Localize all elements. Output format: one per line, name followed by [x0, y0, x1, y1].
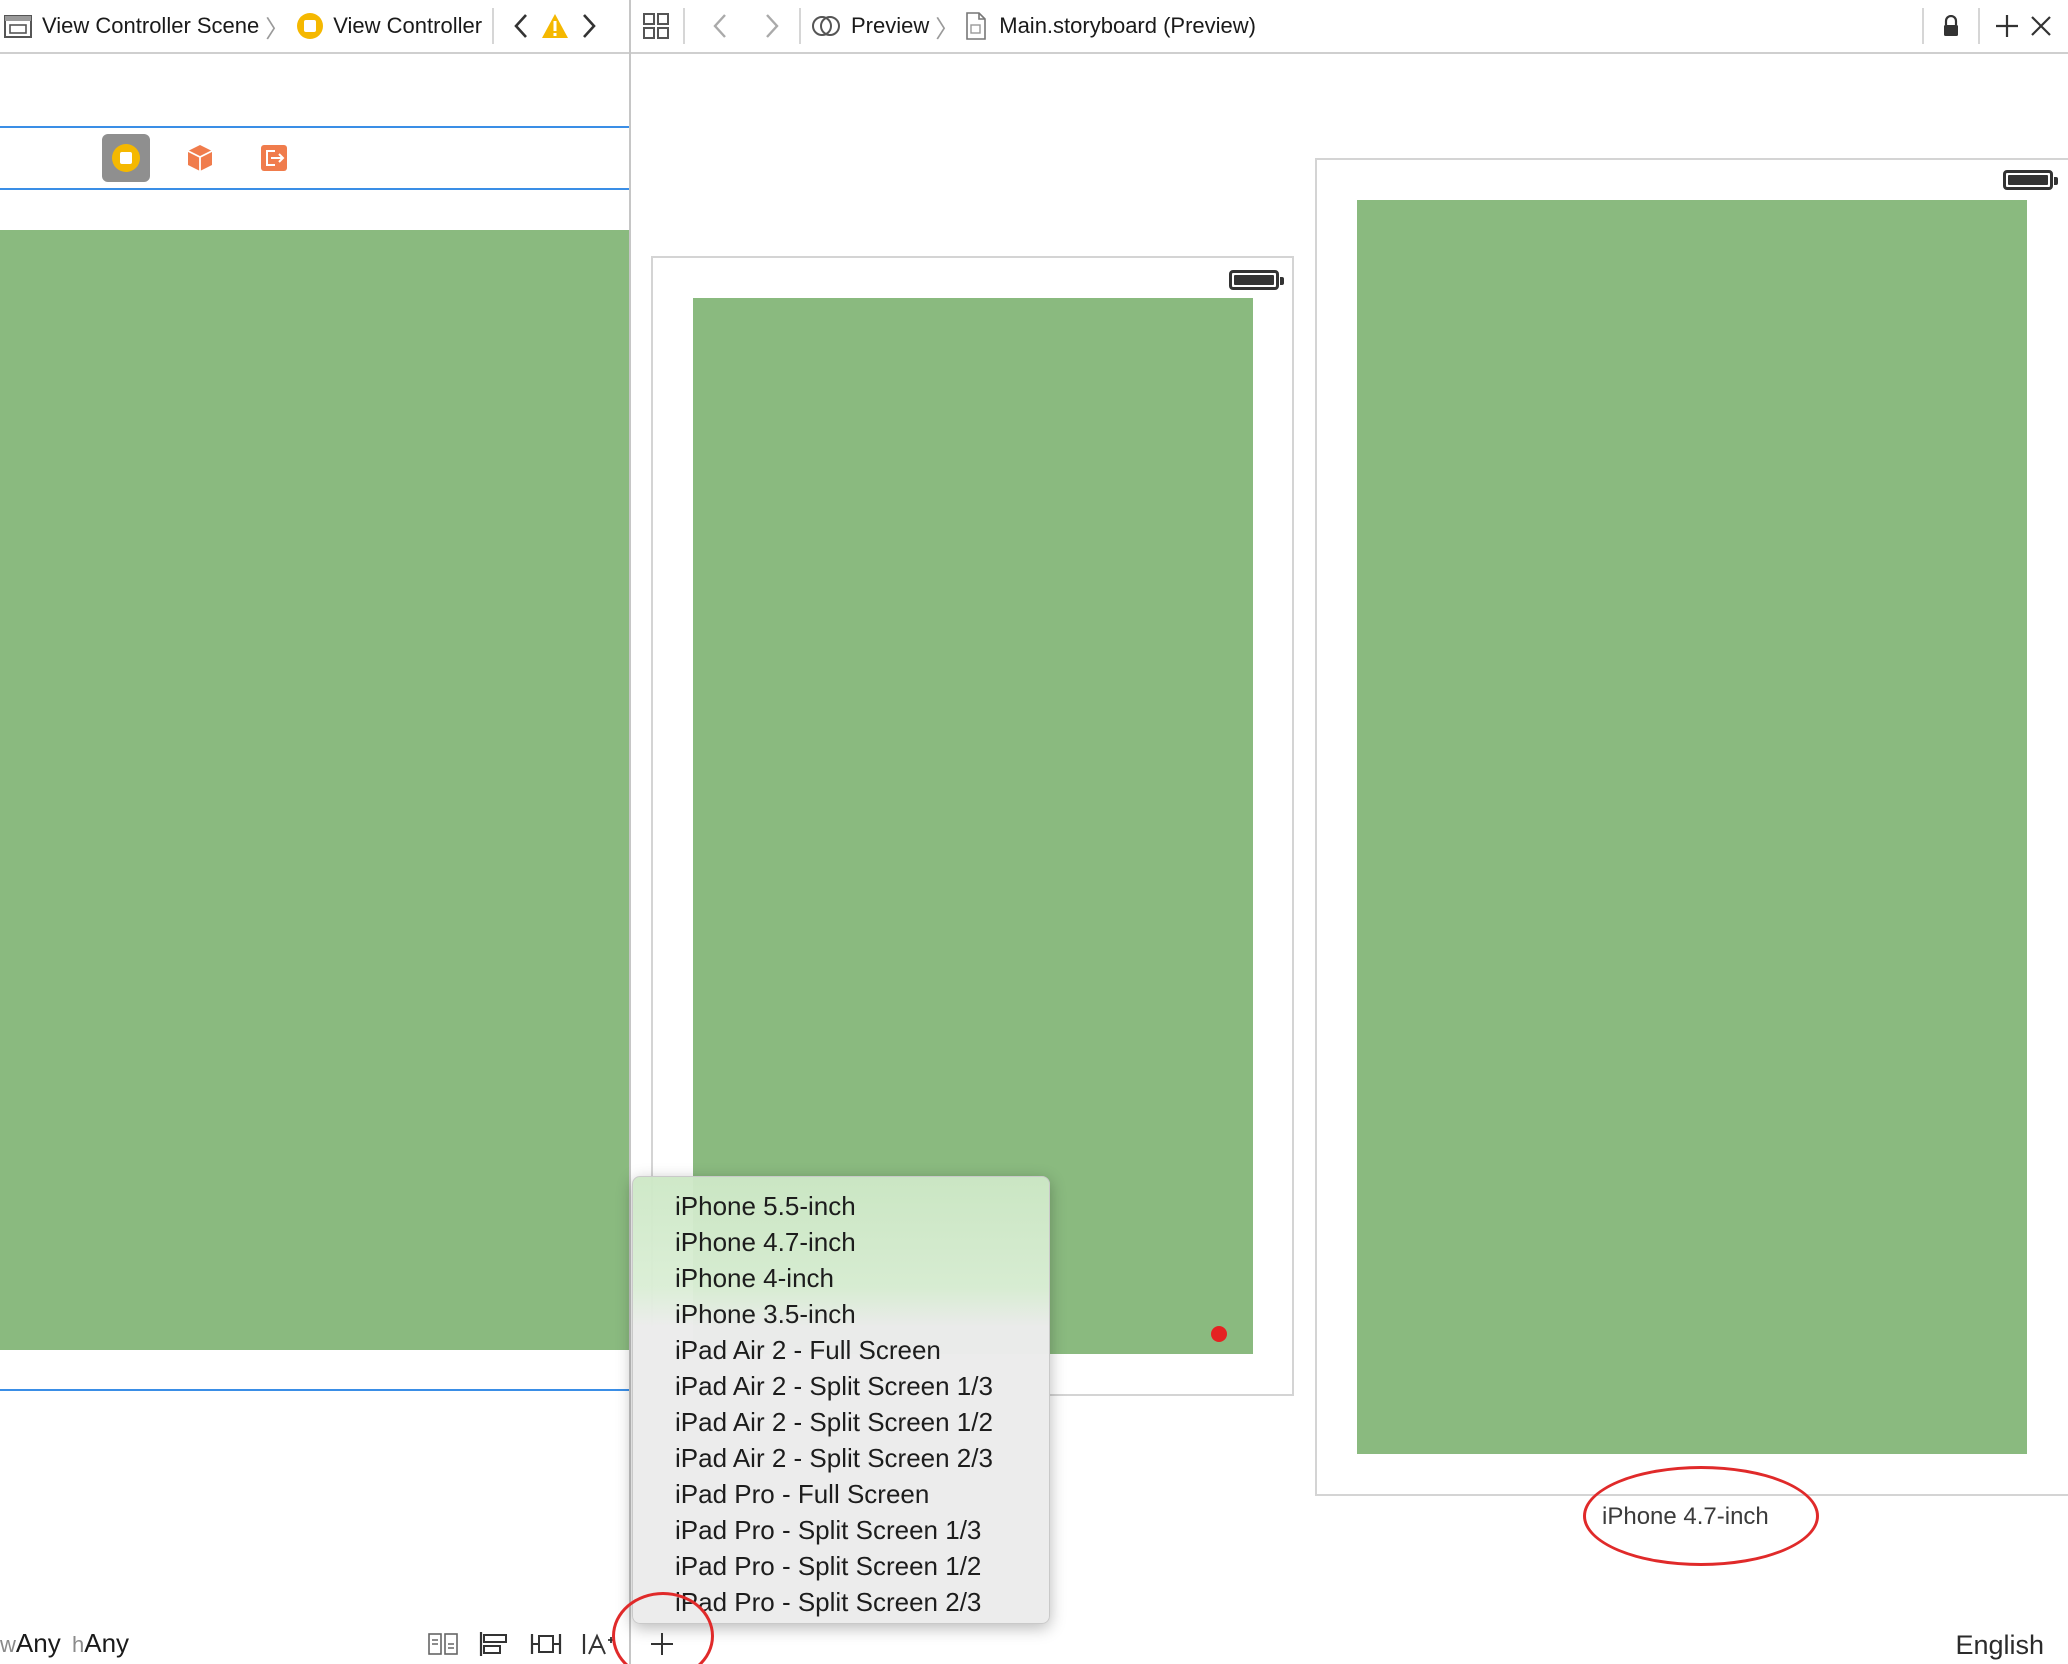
warning-icon — [542, 14, 569, 38]
menu-item-ipad-air-split-2-3[interactable]: iPad Air 2 - Split Screen 2/3 — [633, 1440, 1049, 1476]
close-icon — [2031, 16, 2051, 36]
editor-split-divider[interactable] — [629, 0, 631, 1664]
assistant-jump-bar: Preview 〉 Main.storyboard (Preview) — [631, 0, 2068, 54]
divider — [799, 8, 801, 44]
size-class-w-value: Any — [15, 1628, 61, 1658]
exit-icon — [261, 145, 287, 171]
chevron-left-icon — [514, 14, 528, 38]
pin-button[interactable] — [526, 1626, 566, 1662]
menu-item-iphone-4-7[interactable]: iPhone 4.7-inch — [633, 1224, 1049, 1260]
view-controller-root-view[interactable] — [0, 230, 629, 1350]
view-controller-icon — [112, 144, 140, 172]
menu-item-ipad-pro-split-1-2[interactable]: iPad Pro - Split Screen 1/2 — [633, 1548, 1049, 1584]
jump-bar-view-controller[interactable]: View Controller — [295, 0, 482, 52]
preview-language-button[interactable]: English — [1955, 1630, 2044, 1661]
chevron-right-icon: 〉 — [935, 14, 960, 43]
resolve-layout-icon — [582, 1633, 614, 1655]
chevron-right-icon — [766, 14, 779, 38]
next-issue-button[interactable] — [572, 6, 606, 46]
jump-bar-scene[interactable]: View Controller Scene — [4, 0, 259, 52]
divider — [1978, 8, 1980, 44]
scene-selection-bottom-line — [0, 1389, 629, 1391]
cube-icon — [187, 145, 213, 171]
divider — [492, 8, 495, 44]
size-class-width[interactable]: wAny — [0, 1628, 61, 1659]
menu-item-ipad-pro-split-1-3[interactable]: iPad Pro - Split Screen 1/3 — [633, 1512, 1049, 1548]
related-items-button[interactable] — [639, 6, 673, 46]
xcode-storyboard-editor: View Controller Scene 〉 View Controller — [0, 0, 2068, 1664]
dock-first-responder-button[interactable] — [176, 134, 224, 182]
size-class-h-prefix: h — [72, 1632, 85, 1657]
add-device-menu: iPhone 5.5-inch iPhone 4.7-inch iPhone 4… — [632, 1176, 1050, 1624]
lock-button[interactable] — [1934, 6, 1968, 46]
menu-item-iphone-3-5[interactable]: iPhone 3.5-inch — [633, 1296, 1049, 1332]
dock-exit-button[interactable] — [250, 134, 298, 182]
chevron-right-icon: 〉 — [265, 14, 290, 43]
divider — [683, 8, 685, 44]
menu-item-ipad-air-split-1-2[interactable]: iPad Air 2 - Split Screen 1/2 — [633, 1404, 1049, 1440]
storyboard-scene-icon — [4, 13, 32, 39]
size-class-height[interactable]: hAny — [72, 1628, 129, 1659]
controller-label: View Controller — [333, 13, 483, 38]
chevron-left-icon — [713, 14, 726, 38]
pin-icon — [530, 1634, 562, 1654]
jump-bar-preview[interactable]: Preview — [811, 0, 929, 52]
preview-screen-right — [1357, 200, 2027, 1454]
device-rotate-dot[interactable] — [1211, 1326, 1227, 1342]
menu-item-iphone-4[interactable]: iPhone 4-inch — [633, 1260, 1049, 1296]
menu-item-ipad-air-split-1-3[interactable]: iPad Air 2 - Split Screen 1/3 — [633, 1368, 1049, 1404]
menu-item-iphone-5-5[interactable]: iPhone 5.5-inch — [633, 1188, 1049, 1224]
preview-label: Preview — [851, 13, 930, 38]
preview-device-right[interactable] — [1315, 158, 2068, 1496]
annotation-ellipse-device-label — [1583, 1466, 1819, 1566]
update-frames-icon — [428, 1633, 458, 1655]
plus-icon — [1996, 15, 2018, 37]
lock-icon — [1944, 15, 1958, 36]
editor-jump-bar: View Controller Scene 〉 View Controller — [0, 0, 629, 54]
divider — [1922, 8, 1924, 44]
file-label: Main.storyboard (Preview) — [999, 13, 1256, 38]
align-button[interactable] — [474, 1626, 514, 1662]
battery-icon — [1229, 270, 1284, 290]
view-controller-icon — [295, 11, 325, 41]
menu-item-ipad-air-full[interactable]: iPad Air 2 - Full Screen — [633, 1332, 1049, 1368]
previous-issue-button[interactable] — [504, 6, 538, 46]
add-editor-button[interactable] — [1990, 6, 2024, 46]
preview-icon — [811, 13, 841, 39]
close-editor-button[interactable] — [2024, 6, 2058, 46]
menu-item-ipad-pro-full[interactable]: iPad Pro - Full Screen — [633, 1476, 1049, 1512]
dock-view-controller-button[interactable] — [102, 134, 150, 182]
scene-selection-mid-line — [0, 188, 629, 190]
jump-bar-file[interactable]: Main.storyboard (Preview) — [965, 0, 1256, 52]
size-class-w-prefix: w — [0, 1632, 16, 1657]
size-class-h-value: Any — [84, 1628, 130, 1658]
grid-icon — [643, 13, 669, 39]
go-forward-button[interactable] — [755, 6, 789, 46]
storyboard-file-icon — [965, 12, 987, 40]
update-frames-button[interactable] — [423, 1626, 463, 1662]
go-back-button[interactable] — [703, 6, 737, 46]
scene-dock — [0, 128, 629, 188]
warning-button[interactable] — [538, 6, 572, 46]
align-icon — [479, 1632, 507, 1656]
chevron-right-icon — [583, 14, 596, 38]
scene-label: View Controller Scene — [42, 13, 260, 38]
battery-icon — [2003, 170, 2058, 190]
